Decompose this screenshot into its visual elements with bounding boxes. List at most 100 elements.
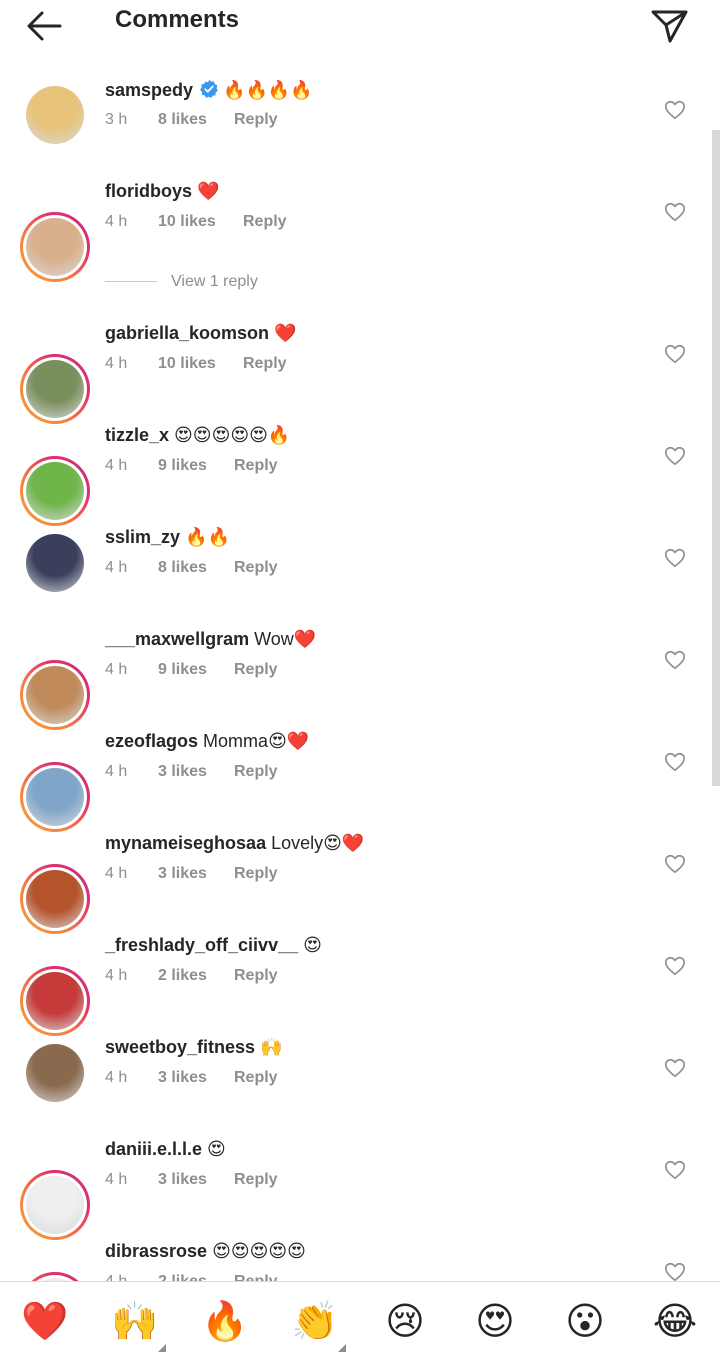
comment-username[interactable]: mynameiseghosaa <box>105 833 266 853</box>
comment-username[interactable]: sweetboy_fitness <box>105 1037 255 1057</box>
raising-hands-icon: 🙌 <box>111 1299 159 1343</box>
like-heart-icon[interactable] <box>664 1261 686 1281</box>
comment-likes-count[interactable]: 3 likes <box>158 763 234 781</box>
clapping-hands-icon: 👏 <box>291 1299 339 1343</box>
reply-button[interactable]: Reply <box>234 661 278 679</box>
comment-username[interactable]: daniii.e.l.l.e <box>105 1139 202 1159</box>
avatar[interactable] <box>20 762 90 832</box>
like-heart-icon[interactable] <box>664 853 686 875</box>
like-heart-icon[interactable] <box>664 751 686 773</box>
avatar[interactable] <box>26 1044 84 1102</box>
reaction-fire-button[interactable]: 🔥 <box>200 1296 250 1346</box>
comment-item: floridboys ❤️ 4 h 10 likes Reply <box>0 172 720 282</box>
comments-list[interactable]: View 1 reply samspedy 🔥🔥🔥🔥 3 h8 likes Reply… <box>0 0 720 1281</box>
reply-button[interactable]: Reply <box>243 355 287 373</box>
comment-likes-count[interactable]: 2 likes <box>158 1273 234 1281</box>
heart-eyes-icon: 😍 <box>475 1299 515 1343</box>
comment-likes-count[interactable]: 3 likes <box>158 865 234 883</box>
reaction-raising-hands-button[interactable]: 🙌 <box>110 1296 166 1352</box>
like-heart-icon[interactable] <box>664 1159 686 1181</box>
comment-likes-count[interactable]: 8 likes <box>158 559 234 577</box>
variants-indicator-icon <box>158 1344 166 1352</box>
reply-button[interactable]: Reply <box>234 865 278 883</box>
paper-plane-icon <box>651 10 688 43</box>
variants-indicator-icon <box>338 1344 346 1352</box>
comment-username[interactable]: gabriella_koomson <box>105 323 269 343</box>
reaction-tears-of-joy-button[interactable]: 😂 <box>650 1296 700 1346</box>
reply-button[interactable]: Reply <box>234 967 278 985</box>
avatar[interactable] <box>20 1170 90 1240</box>
reply-button[interactable]: Reply <box>234 1171 278 1189</box>
comment-emoji: 😍 <box>303 935 322 956</box>
red-heart-icon: ❤️ <box>21 1299 69 1343</box>
comment-username[interactable]: ___maxwellgram <box>105 629 249 649</box>
comment-emoji: 😍❤️ <box>268 731 310 752</box>
comment-timestamp: 3 h <box>105 111 128 128</box>
comment-likes-count[interactable]: 10 likes <box>158 355 243 373</box>
back-button[interactable] <box>24 8 64 44</box>
comment-timestamp: 4 h <box>105 213 128 230</box>
like-heart-icon[interactable] <box>664 649 686 671</box>
avatar[interactable] <box>20 212 90 282</box>
reaction-heart-eyes-button[interactable]: 😍 <box>470 1296 520 1346</box>
comment-username[interactable]: dibrassrose <box>105 1241 207 1261</box>
comment-username[interactable]: _freshlady_off_ciivv__ <box>105 935 298 955</box>
comment-item: _freshlady_off_ciivv__ 😍 4 h 2 likes Reply <box>0 926 720 1036</box>
comment-emoji: ❤️ <box>274 323 297 344</box>
comment-username[interactable]: floridboys <box>105 181 192 201</box>
avatar[interactable] <box>20 354 90 424</box>
share-button[interactable] <box>650 8 690 44</box>
reply-button[interactable]: Reply <box>234 1069 278 1087</box>
reply-button[interactable]: Reply <box>243 213 287 231</box>
reply-button[interactable]: Reply <box>234 457 278 475</box>
comment-text: Momma <box>203 731 269 751</box>
like-heart-icon[interactable] <box>664 1057 686 1079</box>
reaction-clapping-hands-button[interactable]: 👏 <box>290 1296 346 1352</box>
like-heart-icon[interactable] <box>664 547 686 569</box>
comment-emoji: ❤️ <box>293 629 317 650</box>
comment-username[interactable]: tizzle_x <box>105 425 169 445</box>
reaction-red-heart-button[interactable]: ❤️ <box>20 1296 70 1346</box>
like-heart-icon[interactable] <box>664 343 686 365</box>
comment-likes-count[interactable]: 3 likes <box>158 1069 234 1087</box>
avatar[interactable] <box>20 456 90 526</box>
comment-timestamp: 4 h <box>105 355 128 372</box>
avatar[interactable] <box>20 864 90 934</box>
comment-username[interactable]: samspedy <box>105 80 193 100</box>
like-heart-icon[interactable] <box>664 99 686 121</box>
comment-likes-count[interactable]: 9 likes <box>158 457 234 475</box>
comment-emoji: 😍❤️ <box>323 833 365 854</box>
reply-button[interactable]: Reply <box>234 1273 278 1281</box>
avatar[interactable] <box>26 86 84 144</box>
comment-timestamp: 4 h <box>105 967 128 984</box>
avatar[interactable] <box>26 534 84 592</box>
comment-emoji: ❤️ <box>197 181 220 202</box>
comment-emoji: 😍 <box>207 1139 226 1160</box>
comment-username[interactable]: sslim_zy <box>105 527 180 547</box>
comment-likes-count[interactable]: 3 likes <box>158 1171 234 1189</box>
reply-button[interactable]: Reply <box>234 763 278 781</box>
reply-button[interactable]: Reply <box>234 559 278 577</box>
comment-likes-count[interactable]: 2 likes <box>158 967 234 985</box>
like-heart-icon[interactable] <box>664 445 686 467</box>
reaction-crying-face-button[interactable]: 😢 <box>380 1296 430 1346</box>
comment-likes-count[interactable]: 10 likes <box>158 213 243 231</box>
avatar[interactable] <box>20 1272 90 1281</box>
comment-item: gabriella_koomson ❤️ 4 h 10 likes Reply <box>0 314 720 424</box>
comment-username[interactable]: ezeoflagos <box>105 731 198 751</box>
quick-reaction-bar: ❤️ 🙌 🔥 👏 😢 😍 😮 😂 <box>0 1281 720 1359</box>
avatar[interactable] <box>20 660 90 730</box>
reaction-face-open-mouth-button[interactable]: 😮 <box>560 1296 610 1346</box>
crying-face-icon: 😢 <box>385 1299 425 1343</box>
comment-item: ezeoflagos Momma😍❤️ 4 h 3 likes Reply <box>0 722 720 832</box>
comment-likes-count[interactable]: 8 likes <box>158 111 234 129</box>
reply-button[interactable]: Reply <box>234 111 278 129</box>
comment-emoji: 😍😍😍😍😍🔥 <box>174 425 291 446</box>
comment-likes-count[interactable]: 9 likes <box>158 661 234 679</box>
comment-item: sweetboy_fitness 🙌 4 h 3 likes Reply <box>0 1028 720 1118</box>
like-heart-icon[interactable] <box>664 201 686 223</box>
view-replies-button[interactable]: View 1 reply <box>105 273 258 293</box>
scrollbar[interactable] <box>712 130 720 786</box>
like-heart-icon[interactable] <box>664 955 686 977</box>
avatar[interactable] <box>20 966 90 1036</box>
